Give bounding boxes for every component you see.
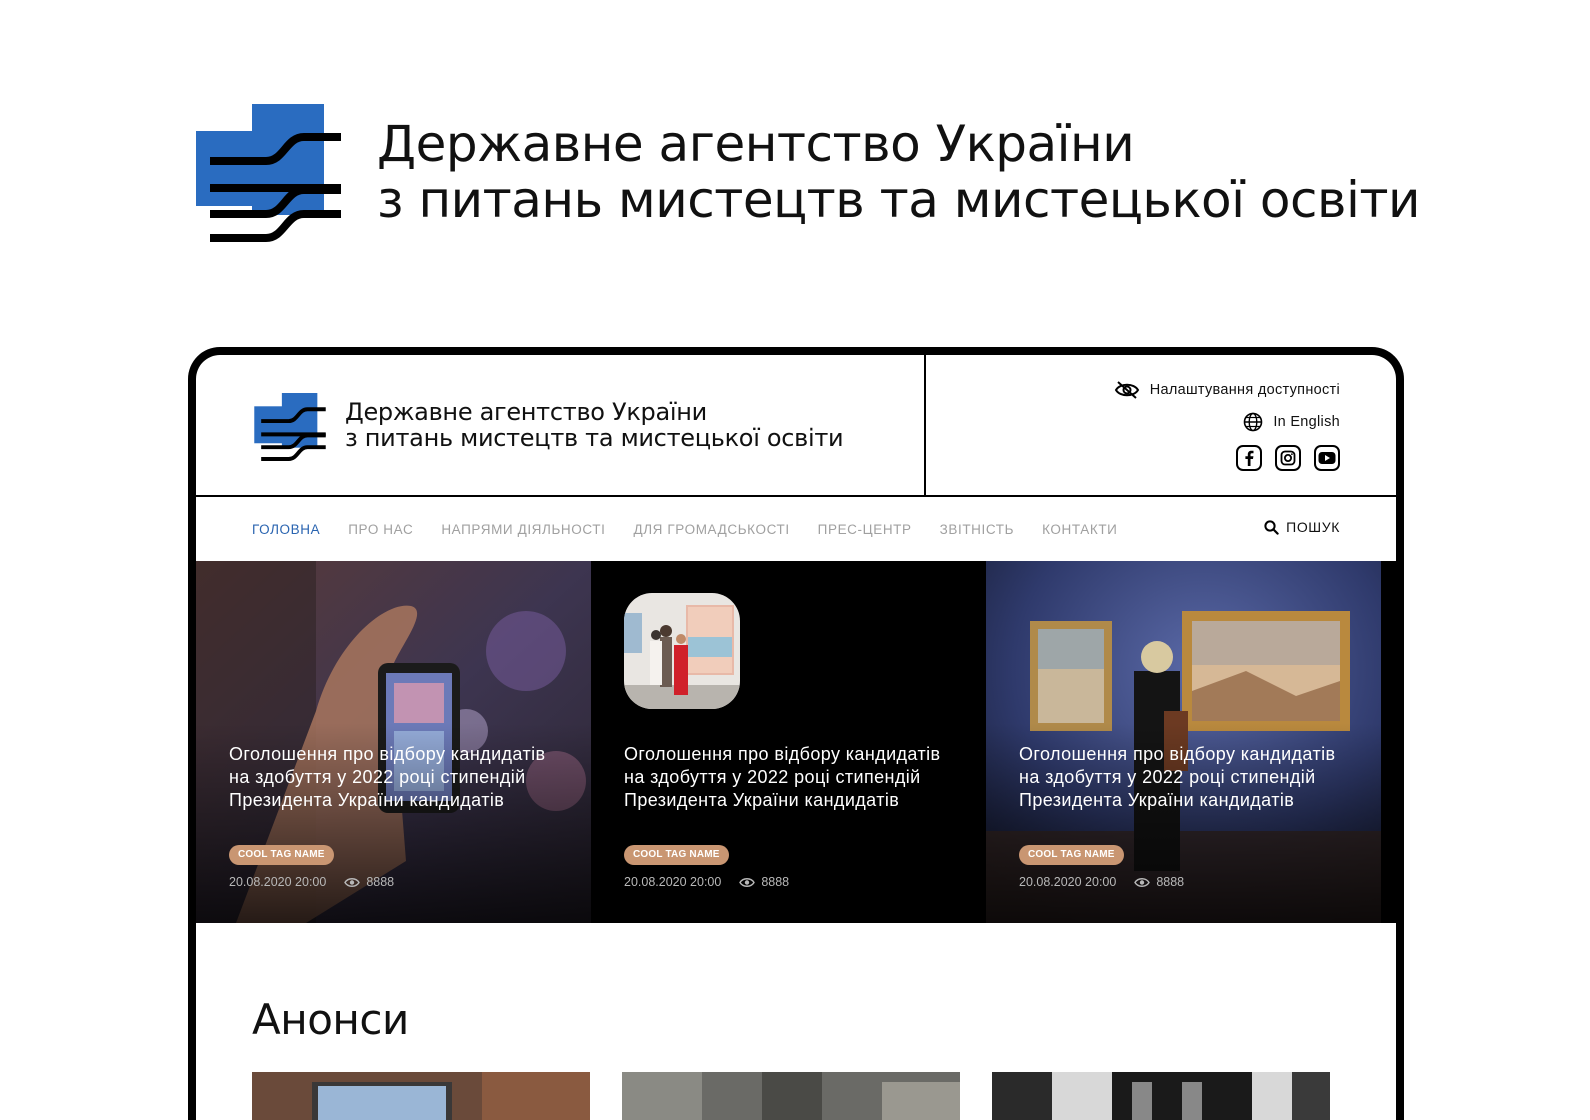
nav-item-activities[interactable]: НАПРЯМИ ДІЯЛЬНОСТІ bbox=[441, 522, 605, 537]
card-meta: 20.08.2020 20:00 8888 bbox=[1019, 875, 1184, 889]
site-title[interactable]: Державне агентство України з питань мист… bbox=[345, 398, 844, 452]
brand-title-line1: Державне агентство України bbox=[377, 115, 1135, 173]
announcement-image-dark-structure[interactable] bbox=[992, 1072, 1330, 1120]
language-label: In English bbox=[1273, 414, 1340, 430]
news-card[interactable]: Оголошення про відбору кандидатів на здо… bbox=[986, 561, 1381, 923]
instagram-link[interactable] bbox=[1275, 445, 1301, 471]
announcement-image-foggy[interactable] bbox=[622, 1072, 960, 1120]
card-views-count: 8888 bbox=[366, 875, 395, 889]
site-logo-icon[interactable] bbox=[252, 393, 328, 461]
site-header: Державне агентство України з питань мист… bbox=[196, 355, 1396, 497]
card-date: 20.08.2020 20:00 bbox=[229, 875, 327, 889]
agency-logo-icon bbox=[196, 104, 341, 242]
accessibility-label: Налаштування доступності bbox=[1149, 382, 1340, 398]
eye-off-icon bbox=[1114, 381, 1139, 399]
announcements-heading: Анонси bbox=[252, 995, 409, 1044]
main-nav: ГОЛОВНА ПРО НАС НАПРЯМИ ДІЯЛЬНОСТІ ДЛЯ Г… bbox=[196, 497, 1396, 561]
card-tag[interactable]: COOL TAG NAME bbox=[624, 845, 729, 865]
card-meta: 20.08.2020 20:00 8888 bbox=[229, 875, 394, 889]
eye-icon bbox=[1134, 877, 1151, 887]
site-title-line1: Державне агентство України bbox=[345, 398, 707, 426]
brand-title-line2: з питань мистецтв та мистецької освіти bbox=[377, 171, 1421, 229]
card-title[interactable]: Оголошення про відбору кандидатів на здо… bbox=[229, 743, 549, 812]
card-date: 20.08.2020 20:00 bbox=[1019, 875, 1117, 889]
search-button[interactable]: ПОШУК bbox=[1264, 519, 1340, 535]
nav-item-home[interactable]: ГОЛОВНА bbox=[252, 522, 320, 537]
nav-item-press[interactable]: ПРЕС-ЦЕНТР bbox=[818, 522, 912, 537]
eye-icon bbox=[739, 877, 756, 887]
card-title[interactable]: Оголошення про відбору кандидатів на здо… bbox=[624, 743, 944, 812]
card-tag[interactable]: COOL TAG NAME bbox=[1019, 845, 1124, 865]
facebook-icon bbox=[1245, 450, 1254, 466]
news-cards: Оголошення про відбору кандидатів на здо… bbox=[196, 561, 1396, 923]
instagram-icon bbox=[1280, 450, 1296, 466]
card-title[interactable]: Оголошення про відбору кандидатів на здо… bbox=[1019, 743, 1339, 812]
language-switch-link[interactable]: In English bbox=[1243, 412, 1340, 432]
youtube-icon bbox=[1318, 452, 1336, 464]
news-card[interactable]: Оголошення про відбору кандидатів на здо… bbox=[196, 561, 591, 923]
nav-item-reports[interactable]: ЗВІТНІСТЬ bbox=[940, 522, 1014, 537]
news-card[interactable]: Оголошення про відбору кандидатів на здо… bbox=[591, 561, 986, 923]
card-views-count: 8888 bbox=[1156, 875, 1185, 889]
search-icon bbox=[1264, 519, 1279, 535]
search-label: ПОШУК bbox=[1286, 519, 1340, 535]
card-tag[interactable]: COOL TAG NAME bbox=[229, 845, 334, 865]
card-views: 8888 bbox=[1134, 875, 1184, 889]
card-thumbnail-gallery-photo bbox=[624, 593, 740, 709]
brand-title: Державне агентство України з питань мист… bbox=[377, 115, 1421, 229]
announcement-image-laptop[interactable] bbox=[252, 1072, 590, 1120]
social-links bbox=[1236, 445, 1340, 471]
accessibility-settings-link[interactable]: Налаштування доступності bbox=[1114, 381, 1340, 399]
device-frame: Державне агентство України з питань мист… bbox=[188, 347, 1404, 1120]
eye-icon bbox=[344, 877, 361, 887]
site-title-line2: з питань мистецтв та мистецької освіти bbox=[345, 424, 844, 452]
globe-icon bbox=[1244, 412, 1263, 432]
site-header-utilities: Налаштування доступності In English bbox=[926, 355, 1396, 495]
card-views-count: 8888 bbox=[761, 875, 790, 889]
site-header-brand: Державне агентство України з питань мист… bbox=[196, 355, 926, 495]
card-meta: 20.08.2020 20:00 8888 bbox=[624, 875, 789, 889]
nav-item-about[interactable]: ПРО НАС bbox=[348, 522, 413, 537]
card-views: 8888 bbox=[344, 875, 394, 889]
card-views: 8888 bbox=[739, 875, 789, 889]
facebook-link[interactable] bbox=[1236, 445, 1262, 471]
youtube-link[interactable] bbox=[1314, 445, 1340, 471]
card-date: 20.08.2020 20:00 bbox=[624, 875, 722, 889]
nav-item-contacts[interactable]: КОНТАКТИ bbox=[1042, 522, 1117, 537]
nav-item-public[interactable]: ДЛЯ ГРОМАДСЬКОСТІ bbox=[633, 522, 789, 537]
